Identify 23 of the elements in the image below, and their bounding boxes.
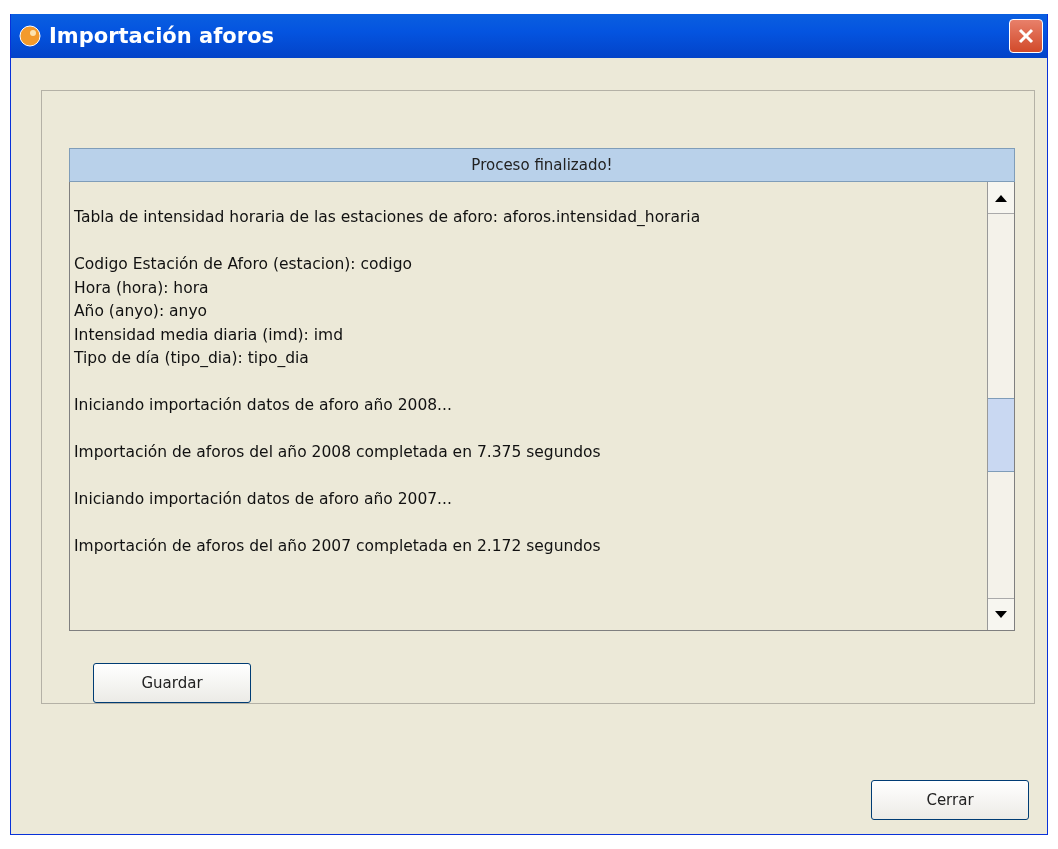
close-icon: [1017, 27, 1035, 45]
log-line: Importación de aforos del año 2007 completada en 2.172 segundos: [74, 536, 602, 557]
scrollbar[interactable]: [987, 182, 1014, 630]
log-line: Tabla de intensidad horaria de las estaciones de aforo: aforos.intensidad_horaria: [74, 207, 702, 228]
app-icon: [19, 25, 41, 47]
log-line: Iniciando importación datos de aforo año 2007...: [74, 489, 453, 510]
down-triangle-icon: [995, 610, 1007, 619]
progress-text: Proceso finalizado!: [470, 155, 614, 176]
log-line: Iniciando importación datos de aforo año 2008...: [74, 395, 453, 416]
scroll-thumb[interactable]: [988, 398, 1014, 472]
log-line: Codigo Estación de Aforo (estacion): codigo: [74, 254, 413, 275]
log-line: Hora (hora): hora: [74, 277, 210, 299]
close-button[interactable]: [1009, 19, 1043, 53]
log-line: Año (anyo): anyo: [74, 301, 209, 322]
up-triangle-icon: [995, 193, 1007, 202]
log-line: Intensidad media diaria (imd): imd: [74, 324, 344, 346]
save-button[interactable]: Guardar: [93, 663, 251, 703]
scroll-up-button[interactable]: [988, 182, 1014, 214]
log-line: Tipo de día (tipo_dia): tipo_dia: [74, 348, 310, 369]
scroll-down-button[interactable]: [988, 598, 1014, 630]
close-dialog-button[interactable]: Cerrar: [871, 780, 1029, 820]
window-title: Importación aforos: [49, 24, 276, 48]
log-line: Importación de aforos del año 2008 completada en 7.375 segundos: [74, 442, 602, 463]
